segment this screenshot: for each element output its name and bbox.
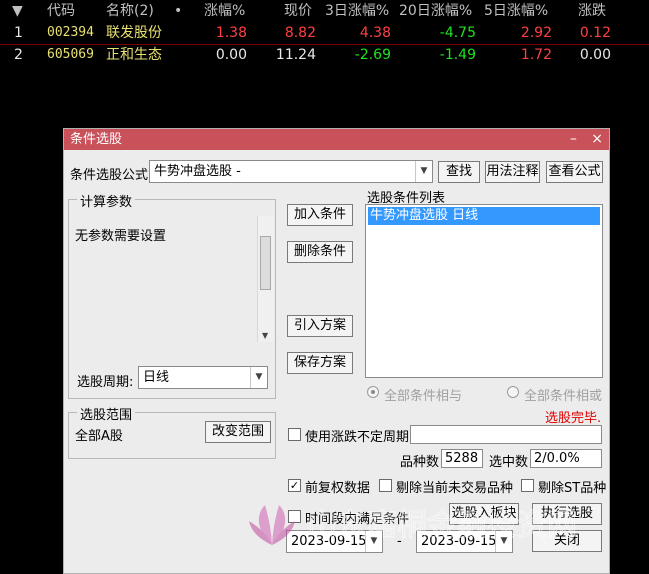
stock-code[interactable]: 605069 bbox=[47, 44, 94, 66]
dialog-title: 条件选股 bbox=[70, 132, 123, 147]
scroll-down-icon[interactable]: ▼ bbox=[262, 331, 268, 340]
count-value: 5288 bbox=[441, 449, 483, 468]
row-index: 2 bbox=[14, 47, 23, 63]
adjust-checkbox[interactable]: ✓ bbox=[288, 479, 301, 492]
params-title: 计算参数 bbox=[77, 191, 136, 210]
add-to-block-button[interactable]: 选股入板块 bbox=[449, 503, 519, 525]
range-title: 选股范围 bbox=[77, 404, 136, 423]
stock-name[interactable]: 联发股份 bbox=[106, 22, 162, 44]
params-text: 无参数需要设置 bbox=[75, 229, 167, 244]
range-value: 全部A股 bbox=[75, 429, 123, 444]
exclude-st-label: 剔除ST品种 bbox=[538, 481, 607, 496]
range-group: 选股范围 全部A股 改变范围 bbox=[68, 404, 276, 459]
col-header-5day[interactable]: 5日涨幅% bbox=[484, 0, 548, 22]
price-diff: 0.00 bbox=[579, 47, 611, 63]
stock-screener-dialog: 条件选股 – × 条件选股公式 牛势冲盘选股 - ▼ 查找 用法注释 查看公式 … bbox=[63, 128, 610, 574]
timerange-label: 时间段内满足条件 bbox=[305, 512, 410, 527]
uncertain-period-checkbox[interactable] bbox=[288, 428, 301, 441]
change-20day: -4.75 bbox=[439, 25, 476, 41]
close-icon[interactable]: × bbox=[591, 131, 603, 147]
change-5day: 2.92 bbox=[520, 25, 552, 41]
params-group: 计算参数 无参数需要设置 ▼ 选股周期: 日线 ▼ bbox=[68, 191, 276, 399]
col-header-chg[interactable]: 涨幅% bbox=[204, 0, 245, 22]
change-pct: 0.00 bbox=[215, 47, 247, 63]
change-5day: 1.72 bbox=[520, 47, 552, 63]
period-select[interactable]: 日线 ▼ bbox=[138, 366, 268, 389]
formula-label: 条件选股公式 bbox=[70, 168, 149, 183]
chevron-down-icon[interactable]: ▼ bbox=[365, 531, 382, 552]
sort-arrow-icon[interactable]: ▼ bbox=[12, 0, 23, 22]
col-header-3day[interactable]: 3日涨幅% bbox=[325, 0, 389, 22]
exclude-suspended-label: 剔除当前未交易品种 bbox=[396, 481, 514, 496]
radio-or-label: 全部条件相或 bbox=[524, 389, 603, 404]
date-from-value: 2023-09-15 bbox=[291, 534, 367, 549]
selected-value: 2/0.0% bbox=[530, 449, 602, 468]
condition-list[interactable]: 牛势冲盘选股 日线 bbox=[365, 204, 603, 378]
row-index: 1 bbox=[14, 25, 23, 41]
col-header-code[interactable]: 代码 bbox=[47, 0, 75, 22]
count-label: 品种数 bbox=[400, 455, 440, 470]
usage-button[interactable]: 用法注释 bbox=[485, 161, 540, 183]
col-header-20day[interactable]: 20日涨幅% bbox=[399, 0, 472, 22]
period-select-value: 日线 bbox=[143, 370, 170, 385]
date-from-picker[interactable]: 2023-09-15 ▼ bbox=[286, 530, 383, 553]
price: 8.82 bbox=[284, 25, 316, 41]
scrollbar-thumb[interactable] bbox=[260, 236, 271, 290]
change-3day: -2.69 bbox=[354, 47, 391, 63]
price-diff: 0.12 bbox=[579, 25, 611, 41]
stock-code[interactable]: 002394 bbox=[47, 22, 94, 44]
find-button[interactable]: 查找 bbox=[438, 161, 480, 183]
import-plan-button[interactable]: 引入方案 bbox=[287, 315, 353, 337]
date-separator: - bbox=[397, 534, 402, 549]
view-formula-button[interactable]: 查看公式 bbox=[546, 161, 603, 183]
exclude-suspended-checkbox[interactable] bbox=[379, 479, 392, 492]
change-20day: -1.49 bbox=[439, 47, 476, 63]
chevron-down-icon[interactable]: ▼ bbox=[415, 161, 432, 182]
col-header-name[interactable]: 名称(2) bbox=[106, 0, 154, 22]
change-range-button[interactable]: 改变范围 bbox=[205, 421, 271, 443]
add-condition-button[interactable]: 加入条件 bbox=[287, 204, 353, 226]
change-pct: 1.38 bbox=[215, 25, 247, 41]
col-header-diff[interactable]: 涨跌 bbox=[578, 0, 606, 22]
radio-and[interactable] bbox=[367, 386, 379, 398]
adjust-label: 前复权数据 bbox=[305, 481, 371, 496]
quote-grid: ▼ 代码 名称(2) • 涨幅% 现价 3日涨幅% 20日涨幅% 5日涨幅% 涨… bbox=[0, 0, 649, 130]
list-item[interactable]: 牛势冲盘选股 日线 bbox=[368, 207, 600, 225]
formula-select-value: 牛势冲盘选股 - bbox=[154, 164, 241, 179]
radio-and-label: 全部条件相与 bbox=[384, 389, 463, 404]
uncertain-period-input[interactable] bbox=[410, 425, 602, 444]
params-scrollbar[interactable]: ▼ bbox=[257, 216, 274, 342]
status-text: 选股完毕. bbox=[545, 411, 602, 426]
col-header-price[interactable]: 现价 bbox=[284, 0, 312, 22]
selected-label: 选中数 bbox=[489, 455, 529, 470]
delete-condition-button[interactable]: 删除条件 bbox=[287, 241, 353, 263]
save-plan-button[interactable]: 保存方案 bbox=[287, 352, 353, 374]
formula-select[interactable]: 牛势冲盘选股 - ▼ bbox=[149, 160, 433, 183]
stock-name[interactable]: 正和生态 bbox=[106, 44, 162, 66]
chevron-down-icon[interactable]: ▼ bbox=[250, 367, 267, 388]
uncertain-period-label: 使用涨跌不定周期 bbox=[305, 430, 410, 445]
chevron-down-icon[interactable]: ▼ bbox=[495, 531, 512, 552]
close-button[interactable]: 关闭 bbox=[532, 530, 602, 552]
minimize-icon[interactable]: – bbox=[570, 131, 577, 147]
col-header-dot[interactable]: • bbox=[174, 0, 182, 22]
date-to-value: 2023-09-15 bbox=[421, 534, 497, 549]
price: 11.24 bbox=[275, 47, 316, 63]
date-to-picker[interactable]: 2023-09-15 ▼ bbox=[416, 530, 513, 553]
dialog-titlebar[interactable]: 条件选股 – × bbox=[64, 129, 609, 150]
period-label: 选股周期: bbox=[77, 375, 134, 390]
radio-or[interactable] bbox=[507, 386, 519, 398]
timerange-checkbox[interactable] bbox=[288, 510, 301, 523]
exclude-st-checkbox[interactable] bbox=[521, 479, 534, 492]
change-3day: 4.38 bbox=[359, 25, 391, 41]
execute-button[interactable]: 执行选股 bbox=[532, 503, 602, 525]
